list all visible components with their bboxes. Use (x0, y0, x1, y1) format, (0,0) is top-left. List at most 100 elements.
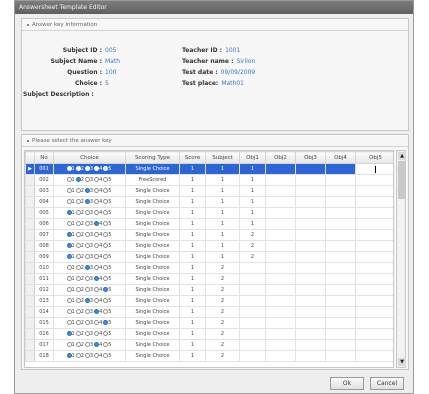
answer-key-row[interactable]: 009 1 2 3 4 5 Single Choice 1 1 2 (25, 251, 393, 263)
answer-key-row[interactable]: 012 1 2 3 4 5 Single Choice 1 2 (25, 284, 393, 296)
obj4-cell[interactable] (325, 306, 356, 318)
obj3-cell[interactable] (295, 218, 326, 230)
choice-radio-1[interactable] (66, 276, 72, 282)
obj2-cell[interactable] (265, 207, 296, 219)
score-cell[interactable]: 1 (179, 306, 206, 318)
obj1-cell[interactable] (239, 262, 266, 274)
subject-cell[interactable]: 2 (205, 306, 240, 318)
choice-radio-1[interactable] (66, 221, 72, 227)
obj3-cell[interactable] (295, 240, 326, 252)
obj5-cell[interactable] (355, 295, 393, 307)
scoring-type-cell[interactable]: Single Choice (125, 350, 180, 362)
obj4-cell[interactable] (325, 185, 356, 197)
answer-key-row[interactable]: 005 1 2 3 4 5 Single Choice 1 1 1 (25, 207, 393, 219)
scoring-type-cell[interactable]: Single Choice (125, 262, 180, 274)
scoring-type-cell[interactable]: Single Choice (125, 306, 180, 318)
obj1-cell[interactable] (239, 328, 266, 340)
subject-cell[interactable]: 2 (205, 350, 240, 362)
obj4-cell[interactable] (325, 163, 356, 175)
choice-radio-2[interactable] (75, 177, 81, 183)
answer-key-row[interactable]: 011 1 2 3 4 5 Single Choice 1 2 (25, 273, 393, 285)
obj2-cell[interactable] (265, 284, 296, 296)
choice-radio-2[interactable] (75, 331, 81, 337)
answer-key-row[interactable]: 017 1 2 3 4 5 Single Choice 1 2 (25, 339, 393, 351)
answer-key-row[interactable]: 013 1 2 3 4 5 Single Choice 1 2 (25, 295, 393, 307)
obj4-cell[interactable] (325, 262, 356, 274)
obj5-cell[interactable] (355, 218, 393, 230)
obj3-cell[interactable] (295, 185, 326, 197)
subject-cell[interactable]: 2 (205, 317, 240, 329)
answer-key-row[interactable]: 002 1 2 3 4 5 FreeScored 1 1 1 (25, 174, 393, 186)
obj2-cell[interactable] (265, 262, 296, 274)
obj2-cell[interactable] (265, 174, 296, 186)
column-header-scoring-type[interactable]: Scoring Type (125, 151, 180, 164)
subject-cell[interactable]: 2 (205, 339, 240, 351)
choice-radio-2[interactable] (75, 353, 81, 359)
choice-radio-1[interactable] (66, 243, 72, 249)
column-header-no[interactable]: No (34, 151, 54, 164)
score-cell[interactable]: 1 (179, 262, 206, 274)
choice-radio-1[interactable] (66, 309, 72, 315)
obj4-cell[interactable] (325, 218, 356, 230)
row-selector[interactable] (25, 284, 35, 296)
row-selector[interactable] (25, 273, 35, 285)
choice-radio-1[interactable] (66, 331, 72, 337)
answer-key-row[interactable]: 004 1 2 3 4 5 Single Choice 1 1 1 (25, 196, 393, 208)
choice-radio-1[interactable] (66, 188, 72, 194)
scoring-type-cell[interactable]: Single Choice (125, 229, 180, 241)
obj1-cell[interactable] (239, 350, 266, 362)
obj5-cell[interactable] (355, 317, 393, 329)
subject-cell[interactable]: 1 (205, 163, 240, 175)
obj2-cell[interactable] (265, 229, 296, 241)
obj3-cell[interactable] (295, 339, 326, 351)
choice-radio-2[interactable] (75, 199, 81, 205)
column-header-obj1[interactable]: Obj1 (239, 151, 266, 164)
obj5-cell[interactable] (355, 229, 393, 241)
row-selector[interactable] (25, 317, 35, 329)
obj1-cell[interactable]: 1 (239, 185, 266, 197)
row-selector[interactable] (25, 174, 35, 186)
choice-radio-2[interactable] (75, 221, 81, 227)
obj2-cell[interactable] (265, 350, 296, 362)
obj3-cell[interactable] (295, 229, 326, 241)
score-cell[interactable]: 1 (179, 273, 206, 285)
obj1-cell[interactable] (239, 317, 266, 329)
obj5-cell[interactable] (355, 262, 393, 274)
subject-cell[interactable]: 1 (205, 229, 240, 241)
subject-cell[interactable]: 1 (205, 251, 240, 263)
score-cell[interactable]: 1 (179, 339, 206, 351)
answer-key-row[interactable]: 008 1 2 3 4 5 Single Choice 1 1 2 (25, 240, 393, 252)
row-selector[interactable] (25, 251, 35, 263)
obj4-cell[interactable] (325, 328, 356, 340)
score-cell[interactable]: 1 (179, 251, 206, 263)
obj1-cell[interactable]: 1 (239, 174, 266, 186)
obj2-cell[interactable] (265, 306, 296, 318)
obj1-cell[interactable]: 1 (239, 163, 266, 175)
subject-cell[interactable]: 1 (205, 174, 240, 186)
obj5-cell[interactable] (355, 207, 393, 219)
obj2-cell[interactable] (265, 328, 296, 340)
obj1-cell[interactable] (239, 339, 266, 351)
obj1-cell[interactable]: 2 (239, 229, 266, 241)
choice-radio-2[interactable] (75, 265, 81, 271)
score-cell[interactable]: 1 (179, 317, 206, 329)
row-selector[interactable] (25, 240, 35, 252)
subject-cell[interactable]: 1 (205, 218, 240, 230)
row-selector[interactable] (25, 262, 35, 274)
obj1-cell[interactable] (239, 273, 266, 285)
score-cell[interactable]: 1 (179, 295, 206, 307)
score-cell[interactable]: 1 (179, 196, 206, 208)
choice-radio-1[interactable] (66, 199, 72, 205)
obj5-cell[interactable] (355, 240, 393, 252)
obj3-cell[interactable] (295, 196, 326, 208)
obj3-cell[interactable] (295, 262, 326, 274)
choice-radio-1[interactable] (66, 298, 72, 304)
obj5-cell[interactable] (355, 350, 393, 362)
choice-radio-2[interactable] (75, 298, 81, 304)
choice-radio-1[interactable] (66, 320, 72, 326)
score-cell[interactable]: 1 (179, 163, 206, 175)
choice-radio-1[interactable] (66, 210, 72, 216)
score-cell[interactable]: 1 (179, 229, 206, 241)
obj5-cell[interactable] (355, 174, 393, 186)
obj3-cell[interactable] (295, 350, 326, 362)
